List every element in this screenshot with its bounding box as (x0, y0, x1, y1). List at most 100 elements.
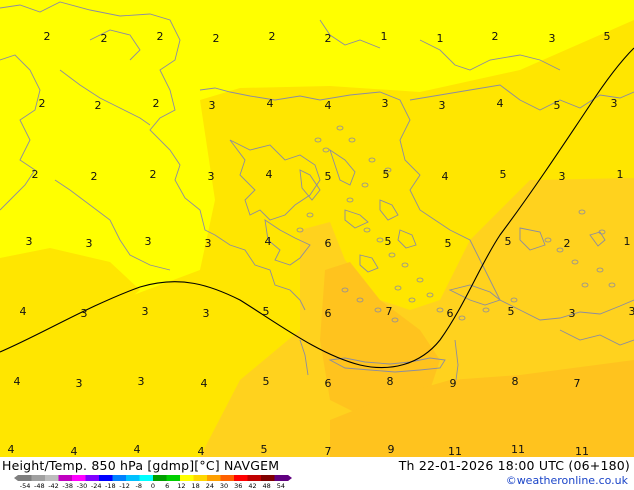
temperature-label: 5 (500, 168, 507, 181)
temperature-label: 4 (198, 445, 205, 457)
temperature-label: 5 (325, 170, 332, 183)
temperature-label: 3 (439, 99, 446, 112)
temperature-label: 2 (101, 32, 108, 45)
temperature-label: 3 (205, 237, 212, 250)
temperature-label: 5 (263, 375, 270, 388)
valid-time: Th 22-01-2026 18:00 UTC (06+180) (398, 458, 630, 473)
scale-tick-label: -42 (48, 482, 59, 489)
scale-tick-label: 0 (151, 482, 155, 489)
temperature-label: 6 (325, 307, 332, 320)
temperature-label: 4 (497, 97, 504, 110)
scale-swatch (45, 475, 59, 481)
temperature-label: 2 (269, 30, 276, 43)
temperature-shading (0, 0, 634, 457)
temperature-label: 3 (382, 97, 389, 110)
temperature-label: 3 (145, 235, 152, 248)
temperature-label: 1 (381, 30, 388, 43)
temperature-label: 2 (213, 32, 220, 45)
scale-tick-label: -48 (34, 482, 45, 489)
temperature-label: 3 (629, 305, 634, 318)
scale-tick-label: 48 (263, 482, 271, 489)
temperature-label: 5 (508, 305, 515, 318)
scale-swatch (18, 475, 32, 481)
temperature-label: 2 (150, 168, 157, 181)
temperature-label: 5 (263, 305, 270, 318)
temperature-label: 4 (442, 170, 449, 183)
temperature-label: 2 (492, 30, 499, 43)
scale-tick-label: -24 (91, 482, 102, 489)
scale-swatch (126, 475, 140, 481)
scale-left-arrow (14, 475, 18, 481)
scale-swatch (139, 475, 154, 481)
scale-swatch (153, 475, 167, 481)
scale-swatch (112, 475, 127, 481)
scale-tick-label: -38 (62, 482, 73, 489)
temperature-label: 7 (386, 305, 393, 318)
temperature-label: 2 (325, 32, 332, 45)
temperature-label: 2 (95, 99, 102, 112)
temperature-label: 8 (387, 375, 394, 388)
scale-tick-label: 42 (248, 482, 256, 489)
temperature-label: 2 (153, 97, 160, 110)
scale-swatch (99, 475, 113, 481)
temperature-label: 3 (26, 235, 33, 248)
temperature-label: 3 (569, 307, 576, 320)
scale-right-arrow (288, 475, 292, 481)
temperature-label: 5 (604, 30, 611, 43)
temperature-label: 6 (447, 307, 454, 320)
scale-tick-label: 12 (177, 482, 185, 489)
temperature-label: 2 (564, 237, 571, 250)
scale-tick-label: -54 (20, 482, 31, 489)
temperature-label: 3 (142, 305, 149, 318)
scale-tick-label: 24 (206, 482, 214, 489)
scale-tick-label: 36 (234, 482, 242, 489)
scale-swatch (193, 475, 208, 481)
temperature-label: 2 (44, 30, 51, 43)
temperature-label: 4 (265, 235, 272, 248)
temperature-label: 5 (445, 237, 452, 250)
temperature-label: 3 (611, 97, 618, 110)
temperature-label: 5 (261, 443, 268, 456)
temperature-label: 3 (138, 375, 145, 388)
temperature-label: 6 (325, 237, 332, 250)
temperature-label: 5 (383, 168, 390, 181)
temperature-label: 3 (559, 170, 566, 183)
scale-swatch (166, 475, 181, 481)
temperature-label: 9 (450, 377, 457, 390)
temperature-label: 7 (574, 377, 581, 390)
temperature-label: 2 (91, 170, 98, 183)
map-canvas: 2 2 2 2 2 2 1 1 2 3 52 2 2 3 4 4 3 3 4 5 32 2 2 3 4 5 5 4 5 3 13 3 3 3 4 6 5… (0, 0, 634, 457)
temperature-label: 5 (554, 99, 561, 112)
temperature-label: 11 (575, 445, 589, 457)
scale-tick-label: 6 (165, 482, 169, 489)
temperature-label: 3 (76, 377, 83, 390)
temperature-label: 4 (266, 168, 273, 181)
scale-swatch (274, 475, 289, 481)
temperature-label: 3 (86, 237, 93, 250)
scale-swatch (234, 475, 248, 481)
temperature-label: 5 (385, 235, 392, 248)
credit-link[interactable]: ©weatheronline.co.uk (506, 474, 628, 487)
temperature-label: 4 (201, 377, 208, 390)
temperature-label: 2 (32, 168, 39, 181)
scale-tick-label: 18 (191, 482, 199, 489)
scale-swatch (85, 475, 100, 481)
temperature-label: 2 (157, 30, 164, 43)
scale-swatch (207, 475, 221, 481)
footer-bar: Height/Temp. 850 hPa [gdmp][°C] NAVGEM T… (0, 457, 634, 490)
temperature-label: 1 (624, 235, 631, 248)
product-title: Height/Temp. 850 hPa [gdmp][°C] NAVGEM (2, 458, 280, 473)
temperature-label: 7 (325, 445, 332, 457)
temperature-label: 4 (14, 375, 21, 388)
temperature-label: 3 (208, 170, 215, 183)
temperature-label: 4 (134, 443, 141, 456)
temperature-label: 3 (81, 307, 88, 320)
scale-tick-label: -18 (105, 482, 116, 489)
scale-tick-label: 54 (277, 482, 285, 489)
temperature-label: 1 (437, 32, 444, 45)
scale-tick-label: -8 (136, 482, 142, 489)
scale-tick-label: -30 (77, 482, 88, 489)
scale-swatch (180, 475, 194, 481)
temperature-label: 9 (388, 443, 395, 456)
temperature-label: 11 (511, 443, 525, 456)
